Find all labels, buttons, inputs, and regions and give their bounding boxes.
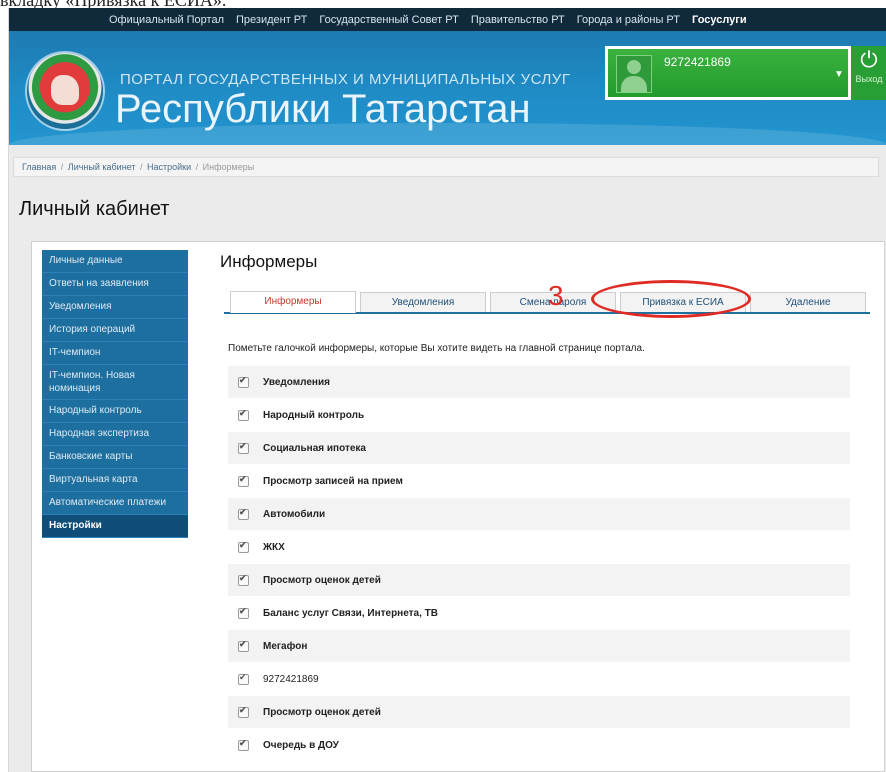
- list-item[interactable]: Просмотр записей на прием: [228, 465, 850, 498]
- sidebar-item-it-champion-new[interactable]: IT-чемпион. Новая номинация: [42, 365, 188, 400]
- checkbox-checked[interactable]: [238, 474, 249, 487]
- annotation-highlight-oval: [591, 280, 751, 318]
- sidebar-item-settings[interactable]: Настройки: [42, 515, 188, 538]
- list-item-label: Просмотр записей на прием: [263, 475, 403, 487]
- list-item[interactable]: Мегафон: [228, 630, 850, 663]
- checkbox-checked[interactable]: [238, 738, 249, 751]
- tab-delete[interactable]: Удаление: [750, 292, 866, 312]
- settings-tabs: Информеры Уведомления Смена пароля Привя…: [224, 288, 870, 314]
- checkbox-checked[interactable]: [238, 573, 249, 586]
- sidebar-item-it-champion[interactable]: IT-чемпион: [42, 342, 188, 365]
- list-item-label: Очередь в ДОУ: [263, 739, 339, 751]
- checkbox-checked[interactable]: [238, 672, 249, 685]
- power-icon: ⏻: [860, 47, 878, 72]
- checkbox-checked[interactable]: [238, 639, 249, 652]
- list-item[interactable]: Социальная ипотека: [228, 432, 850, 465]
- list-item[interactable]: Очередь в ДОУ: [228, 729, 850, 762]
- list-item-label: Автомобили: [263, 508, 326, 520]
- informers-section: Информеры Информеры Уведомления Смена па…: [208, 250, 874, 762]
- breadcrumb: Главная / Личный кабинет / Настройки / И…: [13, 157, 879, 177]
- list-item-label: 9272421869: [263, 673, 319, 685]
- list-item[interactable]: Автомобили: [228, 498, 850, 531]
- checkbox-checked[interactable]: [238, 441, 249, 454]
- checkbox-checked[interactable]: [238, 606, 249, 619]
- page-title: Личный кабинет: [19, 198, 170, 220]
- portal-subtitle: ПОРТАЛ ГОСУДАРСТВЕННЫХ И МУНИЦИПАЛЬНЫХ У…: [120, 71, 571, 88]
- checkbox-checked[interactable]: [238, 507, 249, 520]
- tatarstan-emblem-logo[interactable]: [27, 53, 103, 129]
- topnav-official-portal[interactable]: Официальный Портал: [109, 14, 224, 26]
- breadcrumb-cabinet[interactable]: Личный кабинет: [68, 162, 136, 172]
- list-item-label: Социальная ипотека: [263, 442, 366, 454]
- list-item-label: Мегафон: [263, 640, 308, 652]
- list-item[interactable]: Уведомления: [228, 366, 850, 399]
- sidebar-menu: Личные данные Ответы на заявления Уведом…: [42, 250, 188, 538]
- list-item-label: Народный контроль: [263, 409, 365, 421]
- tab-notifications[interactable]: Уведомления: [360, 292, 486, 312]
- sidebar-item-history[interactable]: История операций: [42, 319, 188, 342]
- logout-button[interactable]: ⏻ Выход: [851, 46, 886, 100]
- list-item[interactable]: 9272421869: [228, 663, 850, 696]
- topnav-president[interactable]: Президент РТ: [236, 14, 307, 26]
- list-item-label: Просмотр оценок детей: [263, 706, 381, 718]
- list-item-label: Баланс услуг Связи, Интернета, ТВ: [263, 607, 438, 619]
- breadcrumb-home[interactable]: Главная: [22, 162, 56, 172]
- list-item-label: Уведомления: [263, 376, 330, 388]
- sidebar-item-auto-payments[interactable]: Автоматические платежи: [42, 492, 188, 515]
- checkbox-checked[interactable]: [238, 375, 249, 388]
- list-item[interactable]: Просмотр оценок детей: [228, 564, 850, 597]
- user-phone: 9272421869: [664, 55, 731, 69]
- browser-page: Официальный Портал Президент РТ Государс…: [8, 8, 886, 772]
- topnav-cities[interactable]: Города и районы РТ: [577, 14, 680, 26]
- breadcrumb-current: Информеры: [202, 162, 255, 172]
- list-item[interactable]: ЖКХ: [228, 531, 850, 564]
- annotation-step-number: 3: [548, 280, 564, 311]
- list-item[interactable]: Просмотр оценок детей: [228, 696, 850, 729]
- topnav-state-council[interactable]: Государственный Совет РТ: [319, 14, 458, 26]
- section-title: Информеры: [220, 252, 318, 271]
- checkbox-checked[interactable]: [238, 540, 249, 553]
- list-item[interactable]: Баланс услуг Связи, Интернета, ТВ: [228, 597, 850, 630]
- site-header-banner: ПОРТАЛ ГОСУДАРСТВЕННЫХ И МУНИЦИПАЛЬНЫХ У…: [9, 31, 886, 145]
- breadcrumb-settings[interactable]: Настройки: [147, 162, 191, 172]
- checkbox-checked[interactable]: [238, 705, 249, 718]
- sidebar-item-personal-data[interactable]: Личные данные: [42, 250, 188, 273]
- topnav-gosuslugi[interactable]: Госуслуги: [692, 14, 747, 26]
- list-item-label: Просмотр оценок детей: [263, 574, 381, 586]
- informers-hint: Пометьте галочкой информеры, которые Вы …: [228, 343, 645, 354]
- checkbox-checked[interactable]: [238, 408, 249, 421]
- list-item[interactable]: Народный контроль: [228, 399, 850, 432]
- sidebar-item-bank-cards[interactable]: Банковские карты: [42, 446, 188, 469]
- user-avatar-icon: [616, 55, 652, 93]
- portal-title: Республики Татарстан: [115, 87, 531, 131]
- logout-label: Выход: [855, 74, 883, 84]
- sidebar-item-virtual-card[interactable]: Виртуальная карта: [42, 469, 188, 492]
- user-account-box[interactable]: 9272421869 ▼: [605, 46, 851, 100]
- list-item-label: ЖКХ: [263, 541, 285, 553]
- sidebar-item-public-control[interactable]: Народный контроль: [42, 400, 188, 423]
- chevron-down-icon[interactable]: ▼: [834, 69, 844, 80]
- sidebar-item-notifications[interactable]: Уведомления: [42, 296, 188, 319]
- cabinet-panel: Личные данные Ответы на заявления Уведом…: [31, 241, 885, 772]
- topnav-government[interactable]: Правительство РТ: [471, 14, 565, 26]
- sidebar-item-public-expertise[interactable]: Народная экспертиза: [42, 423, 188, 446]
- top-navigation: Официальный Портал Президент РТ Государс…: [9, 8, 886, 31]
- informers-list: Уведомления Народный контроль Социальная…: [228, 366, 850, 762]
- sidebar-item-answers[interactable]: Ответы на заявления: [42, 273, 188, 296]
- tab-informers[interactable]: Информеры: [230, 291, 356, 313]
